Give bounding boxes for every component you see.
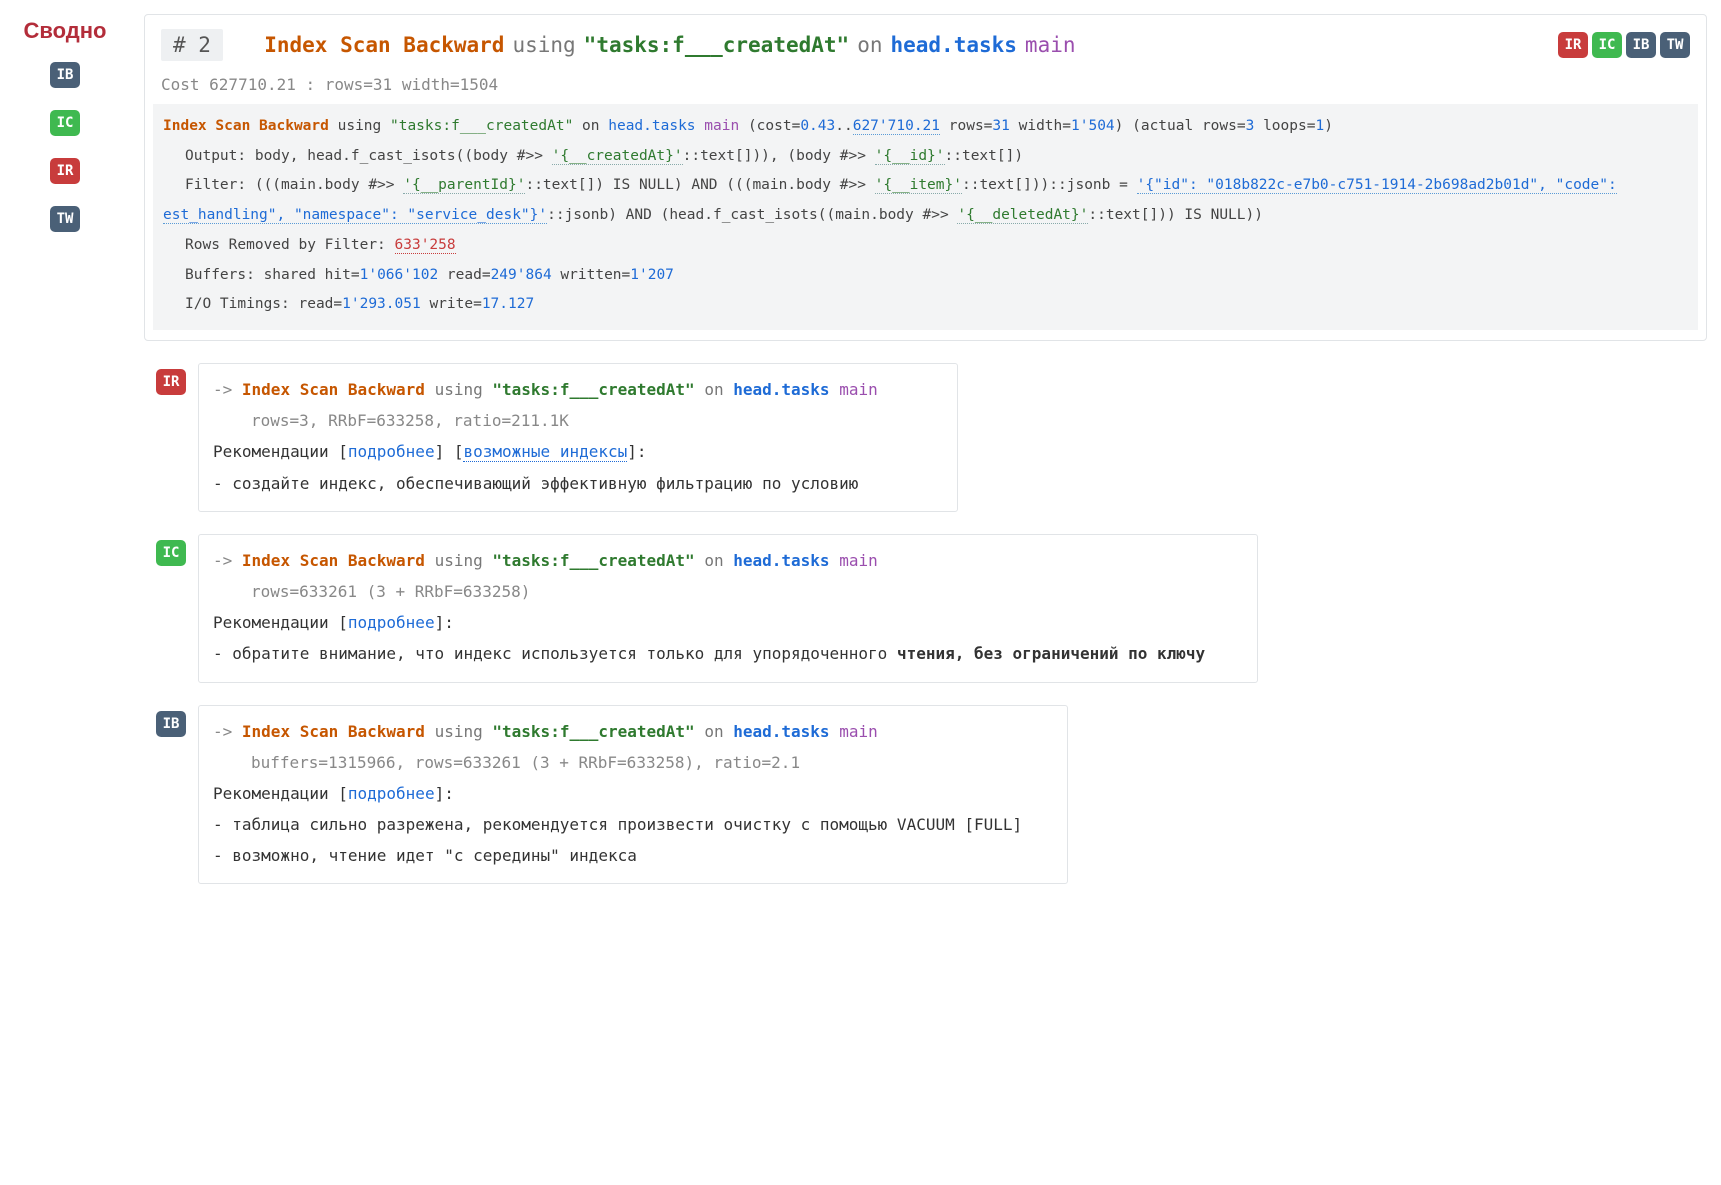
- node-number: # 2: [161, 29, 223, 61]
- kw-on: on: [857, 33, 882, 57]
- badge-ic[interactable]: IC: [1592, 32, 1622, 58]
- raw-line-1: Index Scan Backward using "tasks:f___cre…: [163, 112, 1688, 142]
- table-name: head.tasks: [890, 33, 1016, 57]
- json-literal-1[interactable]: '{"id": "018b822c-e7b0-c751-1914-2b698ad…: [1137, 177, 1617, 194]
- reco-ic-line: - обратите внимание, что индекс использу…: [213, 638, 1243, 669]
- raw-line-output: Output: body, head.f_cast_isots((body #>…: [163, 142, 1688, 172]
- sidebar-item-ib[interactable]: IB: [50, 62, 80, 88]
- raw-line-filter: Filter: (((main.body #>> '{__parentId}':…: [163, 171, 1688, 201]
- literal-deletedAt[interactable]: '{__deletedAt}': [957, 207, 1088, 224]
- badge-ir[interactable]: IR: [1558, 32, 1588, 58]
- cost-high-link[interactable]: 627'710.21: [853, 118, 940, 135]
- more-link[interactable]: подробнее: [348, 784, 435, 804]
- reco-badge-ir[interactable]: IR: [156, 369, 186, 395]
- reco-ir-sub: rows=3, RRbF=633258, ratio=211.1K: [213, 405, 943, 436]
- literal-createdAt[interactable]: '{__createdAt}': [552, 148, 683, 165]
- reco-ir: IR -> Index Scan Backward using "tasks:f…: [156, 363, 1707, 512]
- kw-using: using: [512, 33, 575, 57]
- raw-line-filter-2: est_handling", "namespace": "service_des…: [163, 201, 1688, 231]
- reco-card-ic: -> Index Scan Backward using "tasks:f___…: [198, 534, 1258, 683]
- reco-ib-line-2: - возможно, чтение идет "с середины" инд…: [213, 840, 1053, 871]
- badge-ib[interactable]: IB: [1626, 32, 1656, 58]
- literal-item[interactable]: '{__item}': [875, 177, 962, 194]
- possible-indexes-link[interactable]: возможные индексы: [463, 442, 627, 462]
- header-badges: IR IC IB TW: [1558, 32, 1690, 58]
- reco-ir-line: - создайте индекс, обеспечивающий эффект…: [213, 468, 943, 499]
- index-name: "tasks:f___createdAt": [584, 33, 850, 57]
- sidebar-list: IB IC IR TW: [0, 62, 130, 232]
- sidebar-title: Сводно: [0, 18, 130, 44]
- more-link[interactable]: подробнее: [348, 613, 435, 633]
- reco-card-ib: -> Index Scan Backward using "tasks:f___…: [198, 705, 1068, 885]
- literal-parentId[interactable]: '{__parentId}': [403, 177, 525, 194]
- raw-line-buffers: Buffers: shared hit=1'066'102 read=249'8…: [163, 261, 1688, 291]
- table-alias: main: [1025, 33, 1076, 57]
- badge-tw[interactable]: TW: [1660, 32, 1690, 58]
- literal-id[interactable]: '{__id}': [875, 148, 945, 165]
- op-name: Index Scan Backward: [264, 33, 504, 57]
- cost-line: Cost 627710.21 : rows=31 width=1504: [145, 71, 1706, 104]
- sidebar-item-ir[interactable]: IR: [50, 158, 80, 184]
- more-link[interactable]: подробнее: [348, 442, 435, 462]
- sidebar: Сводно IB IC IR TW: [0, 0, 130, 936]
- json-literal-2[interactable]: est_handling", "namespace": "service_des…: [163, 207, 547, 224]
- node-header: # 2 Index Scan Backward using "tasks:f__…: [145, 15, 1706, 71]
- reco-ib: IB -> Index Scan Backward using "tasks:f…: [156, 705, 1707, 885]
- node-panel: # 2 Index Scan Backward using "tasks:f__…: [144, 14, 1707, 341]
- sidebar-item-tw[interactable]: TW: [50, 206, 80, 232]
- rows-removed-link[interactable]: 633'258: [395, 237, 456, 254]
- reco-badge-ib[interactable]: IB: [156, 711, 186, 737]
- raw-plan: Index Scan Backward using "tasks:f___cre…: [153, 104, 1698, 330]
- reco-ib-line-1: - таблица сильно разрежена, рекомендуетс…: [213, 809, 1053, 840]
- sidebar-item-ic[interactable]: IC: [50, 110, 80, 136]
- reco-ib-sub: buffers=1315966, rows=633261 (3 + RRbF=6…: [213, 747, 1053, 778]
- raw-line-io: I/O Timings: read=1'293.051 write=17.127: [163, 290, 1688, 320]
- reco-ic-sub: rows=633261 (3 + RRbF=633258): [213, 576, 1243, 607]
- reco-ic: IC -> Index Scan Backward using "tasks:f…: [156, 534, 1707, 683]
- main-content: # 2 Index Scan Backward using "tasks:f__…: [130, 0, 1721, 936]
- raw-line-rrbf: Rows Removed by Filter: 633'258: [163, 231, 1688, 261]
- reco-card-ir: -> Index Scan Backward using "tasks:f___…: [198, 363, 958, 512]
- reco-badge-ic[interactable]: IC: [156, 540, 186, 566]
